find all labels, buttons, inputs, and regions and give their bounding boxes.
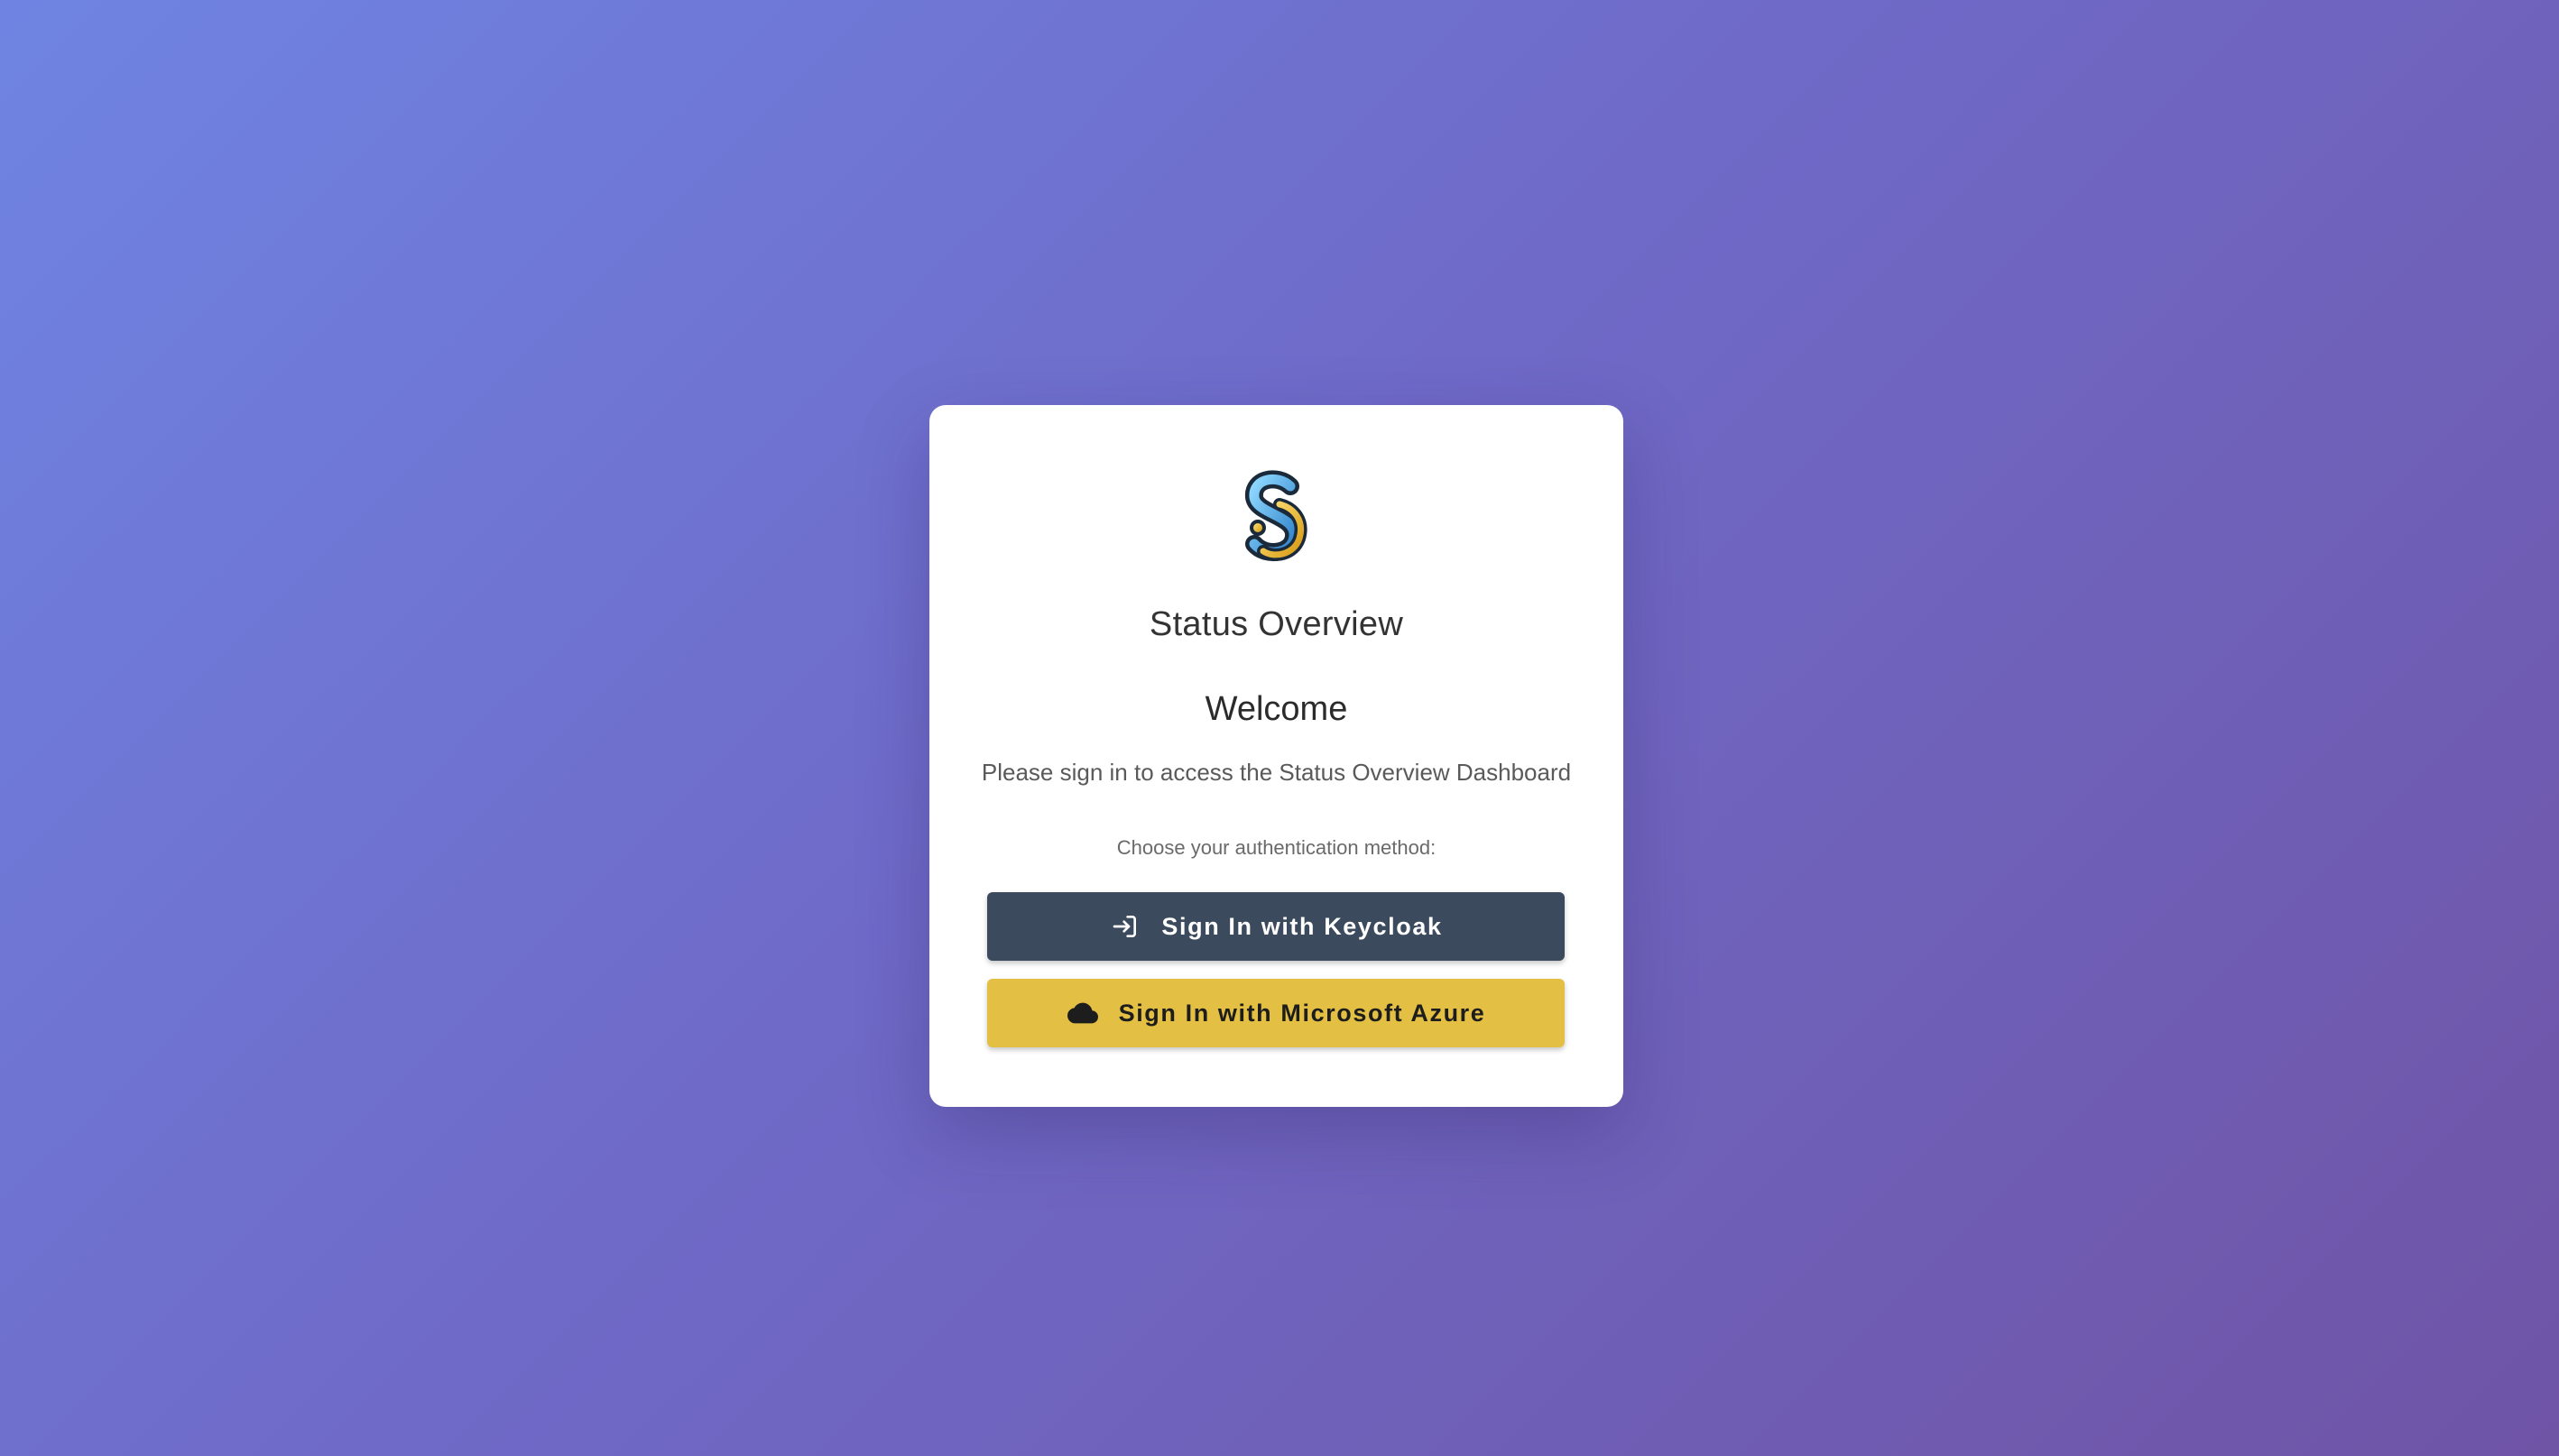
app-title: Status Overview [1149, 605, 1404, 643]
keycloak-signin-button[interactable]: Sign In with Keycloak [987, 892, 1565, 961]
azure-signin-button[interactable]: Sign In with Microsoft Azure [987, 979, 1565, 1047]
cloud-icon [1067, 997, 1099, 1029]
app-logo [1245, 470, 1307, 561]
welcome-heading: Welcome [1205, 690, 1348, 728]
keycloak-signin-label: Sign In with Keycloak [1161, 912, 1443, 940]
azure-signin-label: Sign In with Microsoft Azure [1118, 999, 1486, 1027]
login-card: Status Overview Welcome Please sign in t… [929, 405, 1623, 1107]
signin-subtitle: Please sign in to access the Status Over… [981, 759, 1572, 786]
auth-method-label: Choose your authentication method: [1116, 836, 1437, 859]
login-icon [1109, 910, 1141, 943]
